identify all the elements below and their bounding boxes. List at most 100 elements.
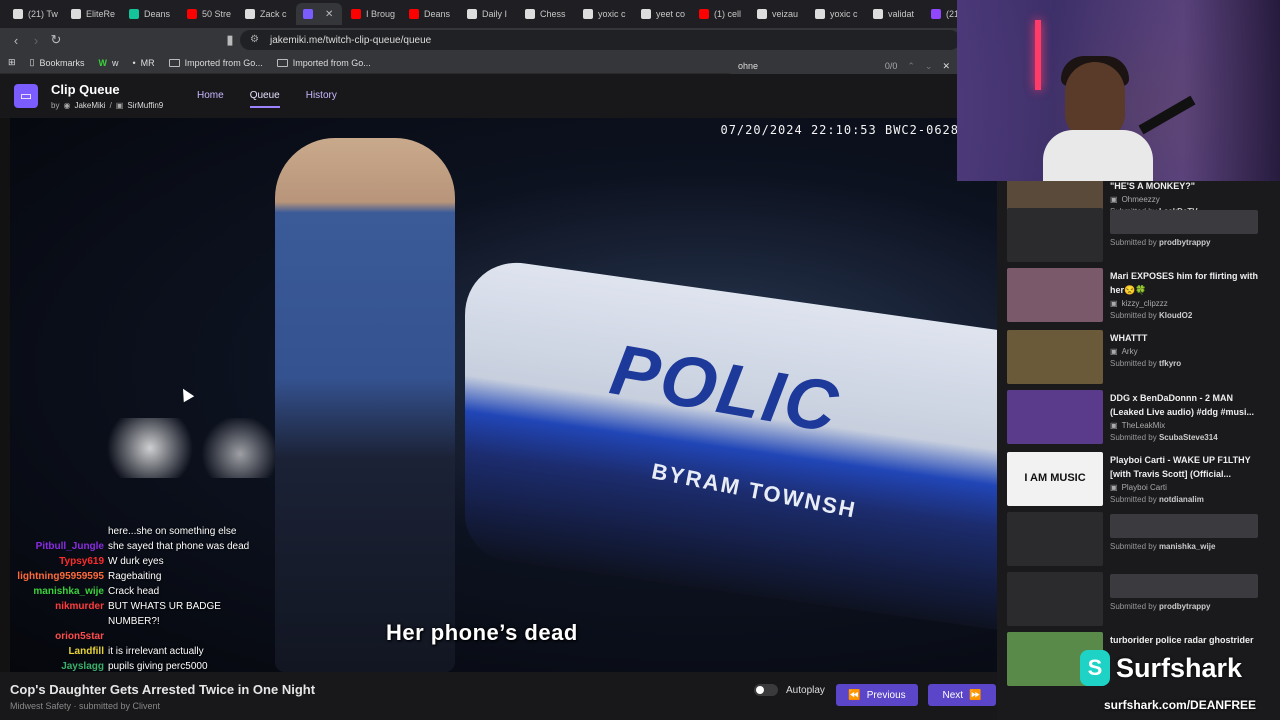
nav-queue[interactable]: Queue bbox=[249, 90, 280, 108]
site-info-icon[interactable]: ⚙ bbox=[250, 34, 259, 45]
browser-tab[interactable]: (1) cell bbox=[692, 3, 748, 25]
thumbnail-text: I AM MUSIC bbox=[1024, 472, 1086, 484]
title-placeholder bbox=[1110, 514, 1258, 538]
mr-icon: • bbox=[132, 57, 136, 68]
tab-label: (1) cell bbox=[714, 9, 742, 19]
forward-button[interactable]: › bbox=[26, 30, 46, 50]
autoplay-toggle[interactable] bbox=[754, 684, 778, 696]
find-close-icon[interactable]: ✕ bbox=[942, 61, 950, 72]
surfshark-logo-icon: S bbox=[1080, 650, 1110, 686]
queue-submitter: Submitted by tfkyro bbox=[1110, 359, 1181, 368]
streamer-face bbox=[1065, 62, 1125, 140]
browser-tab[interactable]: Deans bbox=[122, 3, 178, 25]
queue-clip-title: turborider police radar ghostrider bbox=[1110, 635, 1254, 645]
queue-submitter: Submitted by KloudO2 bbox=[1110, 311, 1192, 320]
app-header: ▭ Clip Queue by ◉ JakeMiki / ▣ SirMuffin9 … bbox=[0, 74, 1000, 118]
nav-history[interactable]: History bbox=[306, 90, 337, 108]
x-logo-icon bbox=[815, 9, 825, 19]
bookmark-label: Imported from Go... bbox=[292, 57, 371, 68]
tab-label: Deans bbox=[144, 9, 171, 19]
queue-channel-row: ▣ kizzy_clipzzz bbox=[1110, 299, 1168, 308]
folder-icon bbox=[168, 58, 180, 67]
queue-channel: Ohmeezzy bbox=[1121, 195, 1160, 204]
chat-text: NUMBER?! bbox=[108, 616, 160, 627]
submitter-name: notdianalim bbox=[1158, 495, 1204, 504]
submitter-name: prodbytrappy bbox=[1158, 602, 1211, 611]
previous-button[interactable]: ⏪ Previous bbox=[836, 684, 918, 706]
nav-home[interactable]: Home bbox=[197, 90, 224, 108]
browser-tab[interactable]: I Broug bbox=[344, 3, 400, 25]
browser-tab[interactable]: yoxic c bbox=[576, 3, 632, 25]
author-link[interactable]: SirMuffin9 bbox=[127, 101, 163, 110]
autoplay-control[interactable]: Autoplay bbox=[754, 684, 825, 696]
submitter-name: tfkyro bbox=[1158, 359, 1182, 368]
browser-tab[interactable]: yoxic c bbox=[808, 3, 864, 25]
tab-label: I Broug bbox=[366, 9, 396, 19]
bookmark-item[interactable]: Imported from Go... bbox=[168, 58, 263, 68]
chat-message: Typsy619 W durk eyes bbox=[0, 554, 300, 569]
queue-item[interactable]: Submitted by prodbytrappy bbox=[1007, 208, 1272, 266]
queue-clip-title: Mari EXPOSES him for flirting with her😒🍀 bbox=[1110, 271, 1259, 295]
chat-message: manishka_wije Crack head bbox=[0, 584, 300, 599]
chat-text: she sayed that phone was dead bbox=[108, 541, 250, 552]
reload-button[interactable]: ↻ bbox=[46, 30, 66, 50]
url-text: jakemiki.me/twitch-clip-queue/queue bbox=[270, 34, 432, 46]
bookmark-item[interactable]: Ww bbox=[99, 58, 119, 68]
queue-channel: Arky bbox=[1121, 347, 1138, 356]
browser-tab[interactable]: ✕ bbox=[296, 3, 342, 25]
x-logo-icon bbox=[525, 9, 535, 19]
browser-tab[interactable]: EliteRe bbox=[64, 3, 120, 25]
queue-item[interactable]: DDG x BenDaDonnn - 2 MAN (Leaked Live au… bbox=[1007, 390, 1272, 448]
submitter-name: KloudO2 bbox=[1158, 311, 1193, 320]
queue-item[interactable]: Submitted by prodbytrappy bbox=[1007, 572, 1272, 630]
browser-tab[interactable]: (21) Tw bbox=[6, 3, 62, 25]
queue-thumbnail bbox=[1007, 390, 1103, 444]
browser-tab[interactable]: yeet co bbox=[634, 3, 690, 25]
browser-tab[interactable]: Chess bbox=[518, 3, 574, 25]
queue-item[interactable]: WHATTT ▣ Arky Submitted by tfkyro bbox=[1007, 330, 1272, 388]
chat-username: manishka_wije bbox=[33, 586, 104, 597]
bookmark-star-icon[interactable]: ▮ bbox=[220, 30, 240, 50]
find-prev-icon[interactable]: ⌃ bbox=[907, 61, 915, 72]
submitted-prefix: Submitted by bbox=[1110, 495, 1157, 504]
chat-message: Pitbull_Jungle she sayed that phone was d… bbox=[0, 539, 300, 554]
queue-channel-row: ▣ Arky bbox=[1110, 347, 1138, 356]
youtube-icon bbox=[699, 9, 709, 19]
tab-close-icon[interactable]: ✕ bbox=[325, 9, 333, 20]
queue-item[interactable]: I AM MUSIC Playboi Carti - WAKE UP F1LTHY… bbox=[1007, 452, 1272, 510]
url-input[interactable]: ⚙ jakemiki.me/twitch-clip-queue/queue bbox=[240, 30, 960, 50]
queue-channel-row: ▣ TheLeakMix bbox=[1110, 421, 1165, 430]
queue-item[interactable]: Mari EXPOSES him for flirting with her😒🍀… bbox=[1007, 268, 1272, 326]
author-link[interactable]: JakeMiki bbox=[74, 101, 105, 110]
submitted-prefix: Submitted by bbox=[1110, 359, 1157, 368]
tab-label: Daily I bbox=[482, 9, 508, 19]
find-next-icon[interactable]: ⌄ bbox=[925, 61, 933, 72]
queue-clip-title: Playboi Carti - WAKE UP F1LTHY [with Tra… bbox=[1110, 455, 1251, 479]
sponsor-name: Surfshark bbox=[1116, 652, 1243, 683]
browser-tab[interactable]: 50 Stre bbox=[180, 3, 236, 25]
tab-label: 50 Stre bbox=[202, 9, 232, 19]
previous-label: Previous bbox=[866, 689, 906, 701]
browser-tab[interactable]: validat bbox=[866, 3, 922, 25]
neon-light bbox=[1035, 20, 1041, 90]
browser-tab[interactable]: veizau bbox=[750, 3, 806, 25]
clip-queue-logo-icon[interactable]: ▭ bbox=[14, 84, 38, 108]
chat-message: Landfill it is irrelevant actually bbox=[0, 644, 300, 659]
x-logo-icon bbox=[583, 9, 593, 19]
queue-submitter: Submitted by ScubaSteve314 bbox=[1110, 433, 1218, 442]
browser-tab[interactable]: Zack c bbox=[238, 3, 294, 25]
back-button[interactable]: ‹ bbox=[6, 30, 26, 50]
browser-tab[interactable]: Deans bbox=[402, 3, 458, 25]
apps-grid-icon[interactable]: ⊞ bbox=[8, 57, 16, 68]
twitch-icon bbox=[931, 9, 941, 19]
bookmark-label: MR bbox=[140, 57, 155, 68]
queue-item[interactable]: Submitted by manishka_wije bbox=[1007, 512, 1272, 570]
browser-tab[interactable]: Daily I bbox=[460, 3, 516, 25]
bookmark-item[interactable]: • MR bbox=[133, 58, 155, 68]
find-input[interactable]: ohne bbox=[738, 61, 875, 71]
tab-label: yeet co bbox=[656, 9, 686, 19]
bookmark-item[interactable]: Imported from Go... bbox=[276, 57, 371, 68]
next-button[interactable]: Next ⏩ bbox=[928, 684, 996, 706]
bookmark-item[interactable]: ▯ Bookmarks bbox=[30, 57, 85, 68]
queue-clip-title: WHATTT bbox=[1110, 333, 1148, 343]
